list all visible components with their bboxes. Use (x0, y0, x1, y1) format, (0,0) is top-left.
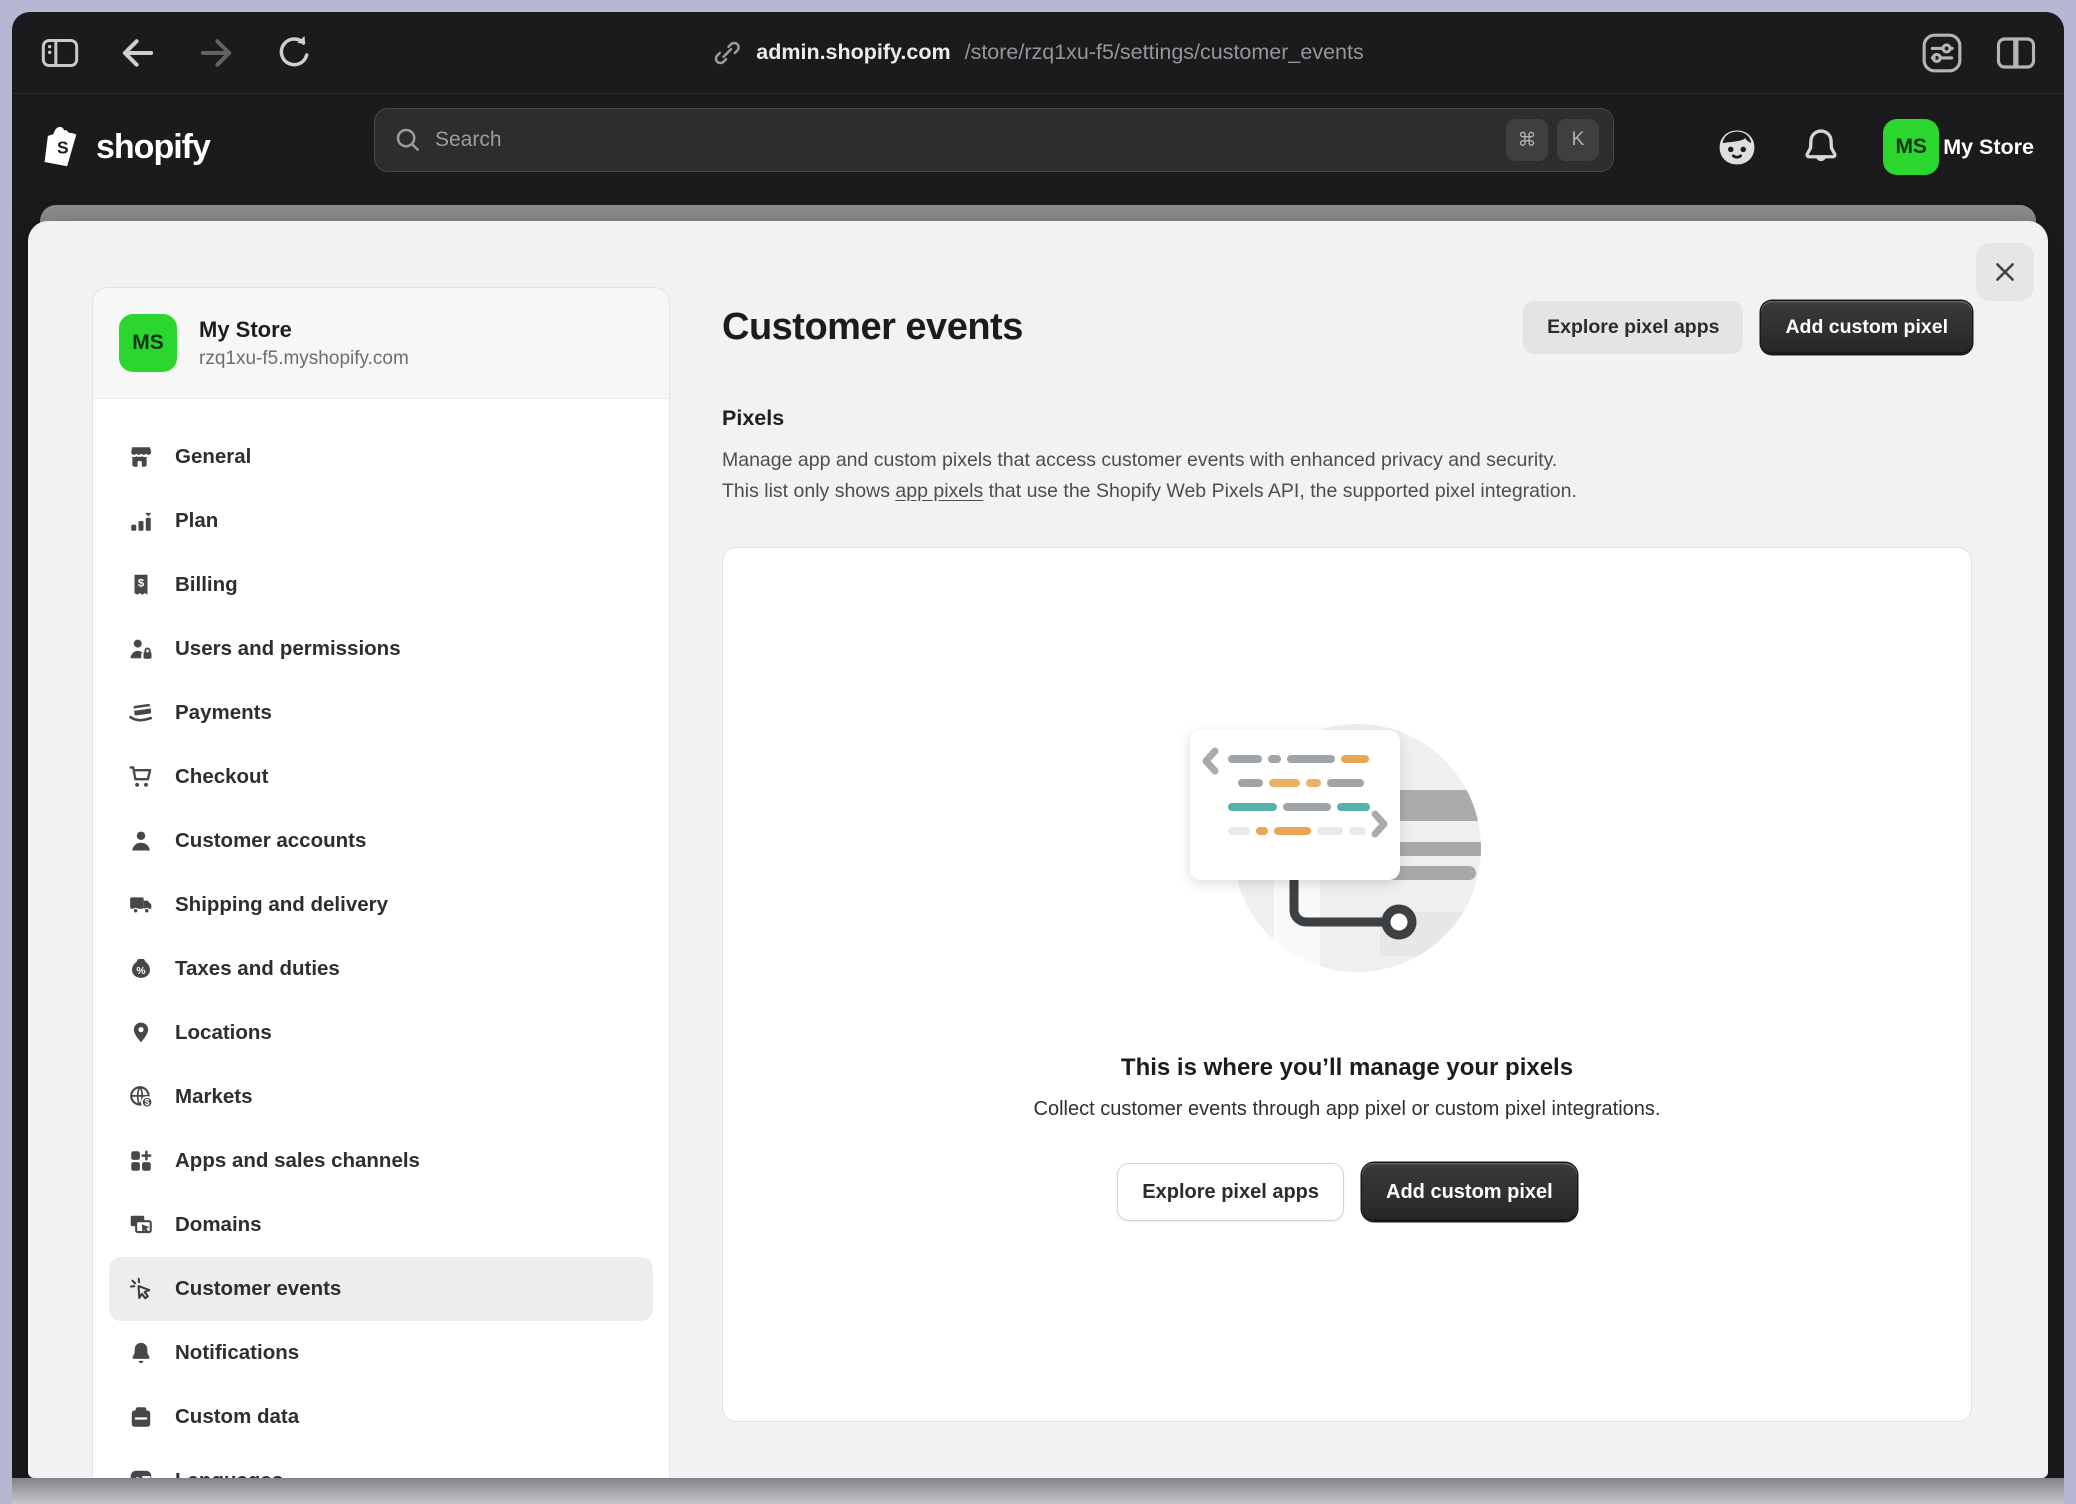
store-avatar: MS (119, 314, 177, 372)
settings-modal: MS My Store rzq1xu-f5.myshopify.com Gene… (28, 221, 2048, 1478)
plan-icon (127, 507, 155, 535)
explore-pixel-apps-button[interactable]: Explore pixel apps (1523, 301, 1743, 354)
settings-sidebar: MS My Store rzq1xu-f5.myshopify.com Gene… (92, 287, 670, 1478)
empty-state-title: This is where you’ll manage your pixels (723, 1054, 1971, 1082)
close-button[interactable] (1976, 243, 2034, 301)
sidebar-item-apps[interactable]: Apps and sales channels (109, 1129, 653, 1193)
pixels-description: Manage app and custom pixels that access… (722, 445, 1972, 507)
domains-icon (127, 1211, 155, 1239)
sidebar-item-customer-events[interactable]: Customer events (109, 1257, 653, 1321)
sidebar-toggle-icon[interactable] (38, 31, 82, 75)
main-content: Customer events Explore pixel apps Add c… (722, 221, 1972, 1422)
shopify-bag-icon: S (42, 123, 86, 171)
customer-events-icon (127, 1275, 155, 1303)
app-pixels-link[interactable]: app pixels (895, 480, 983, 502)
sidebar-item-notifications[interactable]: Notifications (109, 1321, 653, 1385)
reload-icon[interactable] (272, 31, 316, 75)
global-search[interactable]: ⌘ K (374, 108, 1614, 172)
store-card[interactable]: MS My Store rzq1xu-f5.myshopify.com (93, 288, 669, 399)
apps-icon (127, 1147, 155, 1175)
sidebar-item-domains[interactable]: Domains (109, 1193, 653, 1257)
add-custom-pixel-button[interactable]: Add custom pixel (1761, 301, 1972, 354)
shopify-logo: S shopify (42, 123, 210, 171)
sidebar-item-plan[interactable]: Plan (109, 489, 653, 553)
payments-icon (127, 699, 155, 727)
description-line1: Manage app and custom pixels that access… (722, 445, 1972, 476)
sidekick-icon[interactable] (1715, 125, 1759, 169)
pixels-illustration (1162, 696, 1532, 996)
person-icon (127, 827, 155, 855)
settings-menu: General Plan $ Billing Users and permiss… (93, 399, 669, 1478)
store-domain: rzq1xu-f5.myshopify.com (199, 348, 409, 370)
explore-pixel-apps-button-card[interactable]: Explore pixel apps (1117, 1163, 1344, 1221)
avatar: MS (1883, 119, 1939, 175)
cmd-keycap: ⌘ (1506, 119, 1548, 161)
sidebar-item-customer-accounts[interactable]: Customer accounts (109, 809, 653, 873)
empty-state-subtitle: Collect customer events through app pixe… (723, 1098, 1971, 1121)
taxes-icon: % (127, 955, 155, 983)
pixels-empty-card: This is where you’ll manage your pixels … (722, 547, 1972, 1422)
sidebar-item-taxes[interactable]: % Taxes and duties (109, 937, 653, 1001)
pin-icon (127, 1019, 155, 1047)
app-header: S shopify ⌘ K MS My Store (12, 94, 2064, 200)
description-line2-pre: This list only shows (722, 480, 895, 502)
sidebar-item-payments[interactable]: Payments (109, 681, 653, 745)
window-bottom-edge (12, 1478, 2064, 1504)
sidebar-item-shipping[interactable]: Shipping and delivery (109, 873, 653, 937)
bell-icon (127, 1339, 155, 1367)
cart-icon (127, 763, 155, 791)
sidebar-item-locations[interactable]: Locations (109, 1001, 653, 1065)
store-name: My Store (199, 317, 409, 343)
svg-text:%: % (136, 966, 145, 977)
billing-icon: $ (127, 571, 155, 599)
users-icon (127, 635, 155, 663)
sidebar-item-billing[interactable]: $ Billing (109, 553, 653, 617)
search-icon (393, 125, 423, 155)
sidebar-item-general[interactable]: General (109, 425, 653, 489)
url-host: admin.shopify.com (756, 40, 950, 65)
custom-data-icon (127, 1403, 155, 1431)
sidebar-item-custom-data[interactable]: Custom data (109, 1385, 653, 1449)
svg-text:$: $ (138, 578, 145, 590)
globe-icon: $ (127, 1083, 155, 1111)
svg-text:$: $ (145, 1097, 150, 1107)
page-title: Customer events (722, 306, 1023, 349)
sidebar-item-markets[interactable]: $ Markets (109, 1065, 653, 1129)
k-keycap: K (1557, 119, 1599, 161)
link-icon (712, 38, 742, 68)
url-path: /store/rzq1xu-f5/settings/customer_event… (965, 40, 1364, 65)
forward-icon[interactable] (194, 31, 238, 75)
svg-text:S: S (57, 137, 69, 157)
sidebar-item-checkout[interactable]: Checkout (109, 745, 653, 809)
url-bar[interactable]: admin.shopify.com/store/rzq1xu-f5/settin… (712, 12, 1363, 93)
browser-toolbar: admin.shopify.com/store/rzq1xu-f5/settin… (12, 12, 2064, 94)
split-view-icon[interactable] (1994, 31, 2038, 75)
close-icon (1991, 258, 2019, 286)
account-menu[interactable]: MS My Store (1883, 119, 2034, 175)
sidebar-item-languages[interactable]: Languages (109, 1449, 653, 1478)
store-icon (127, 443, 155, 471)
browser-window: admin.shopify.com/store/rzq1xu-f5/settin… (12, 12, 2064, 1504)
description-line2-post: that use the Shopify Web Pixels API, the… (983, 480, 1577, 502)
back-icon[interactable] (116, 31, 160, 75)
shopify-wordmark: shopify (96, 128, 210, 167)
add-custom-pixel-button-card[interactable]: Add custom pixel (1362, 1163, 1577, 1221)
sidebar-item-users-permissions[interactable]: Users and permissions (109, 617, 653, 681)
notifications-bell-icon[interactable] (1799, 125, 1843, 169)
languages-icon (127, 1467, 155, 1478)
pixels-heading: Pixels (722, 406, 1972, 431)
search-input[interactable] (435, 128, 1494, 152)
truck-icon (127, 891, 155, 919)
page-settings-icon[interactable] (1920, 31, 1964, 75)
account-store-label: My Store (1943, 135, 2034, 160)
